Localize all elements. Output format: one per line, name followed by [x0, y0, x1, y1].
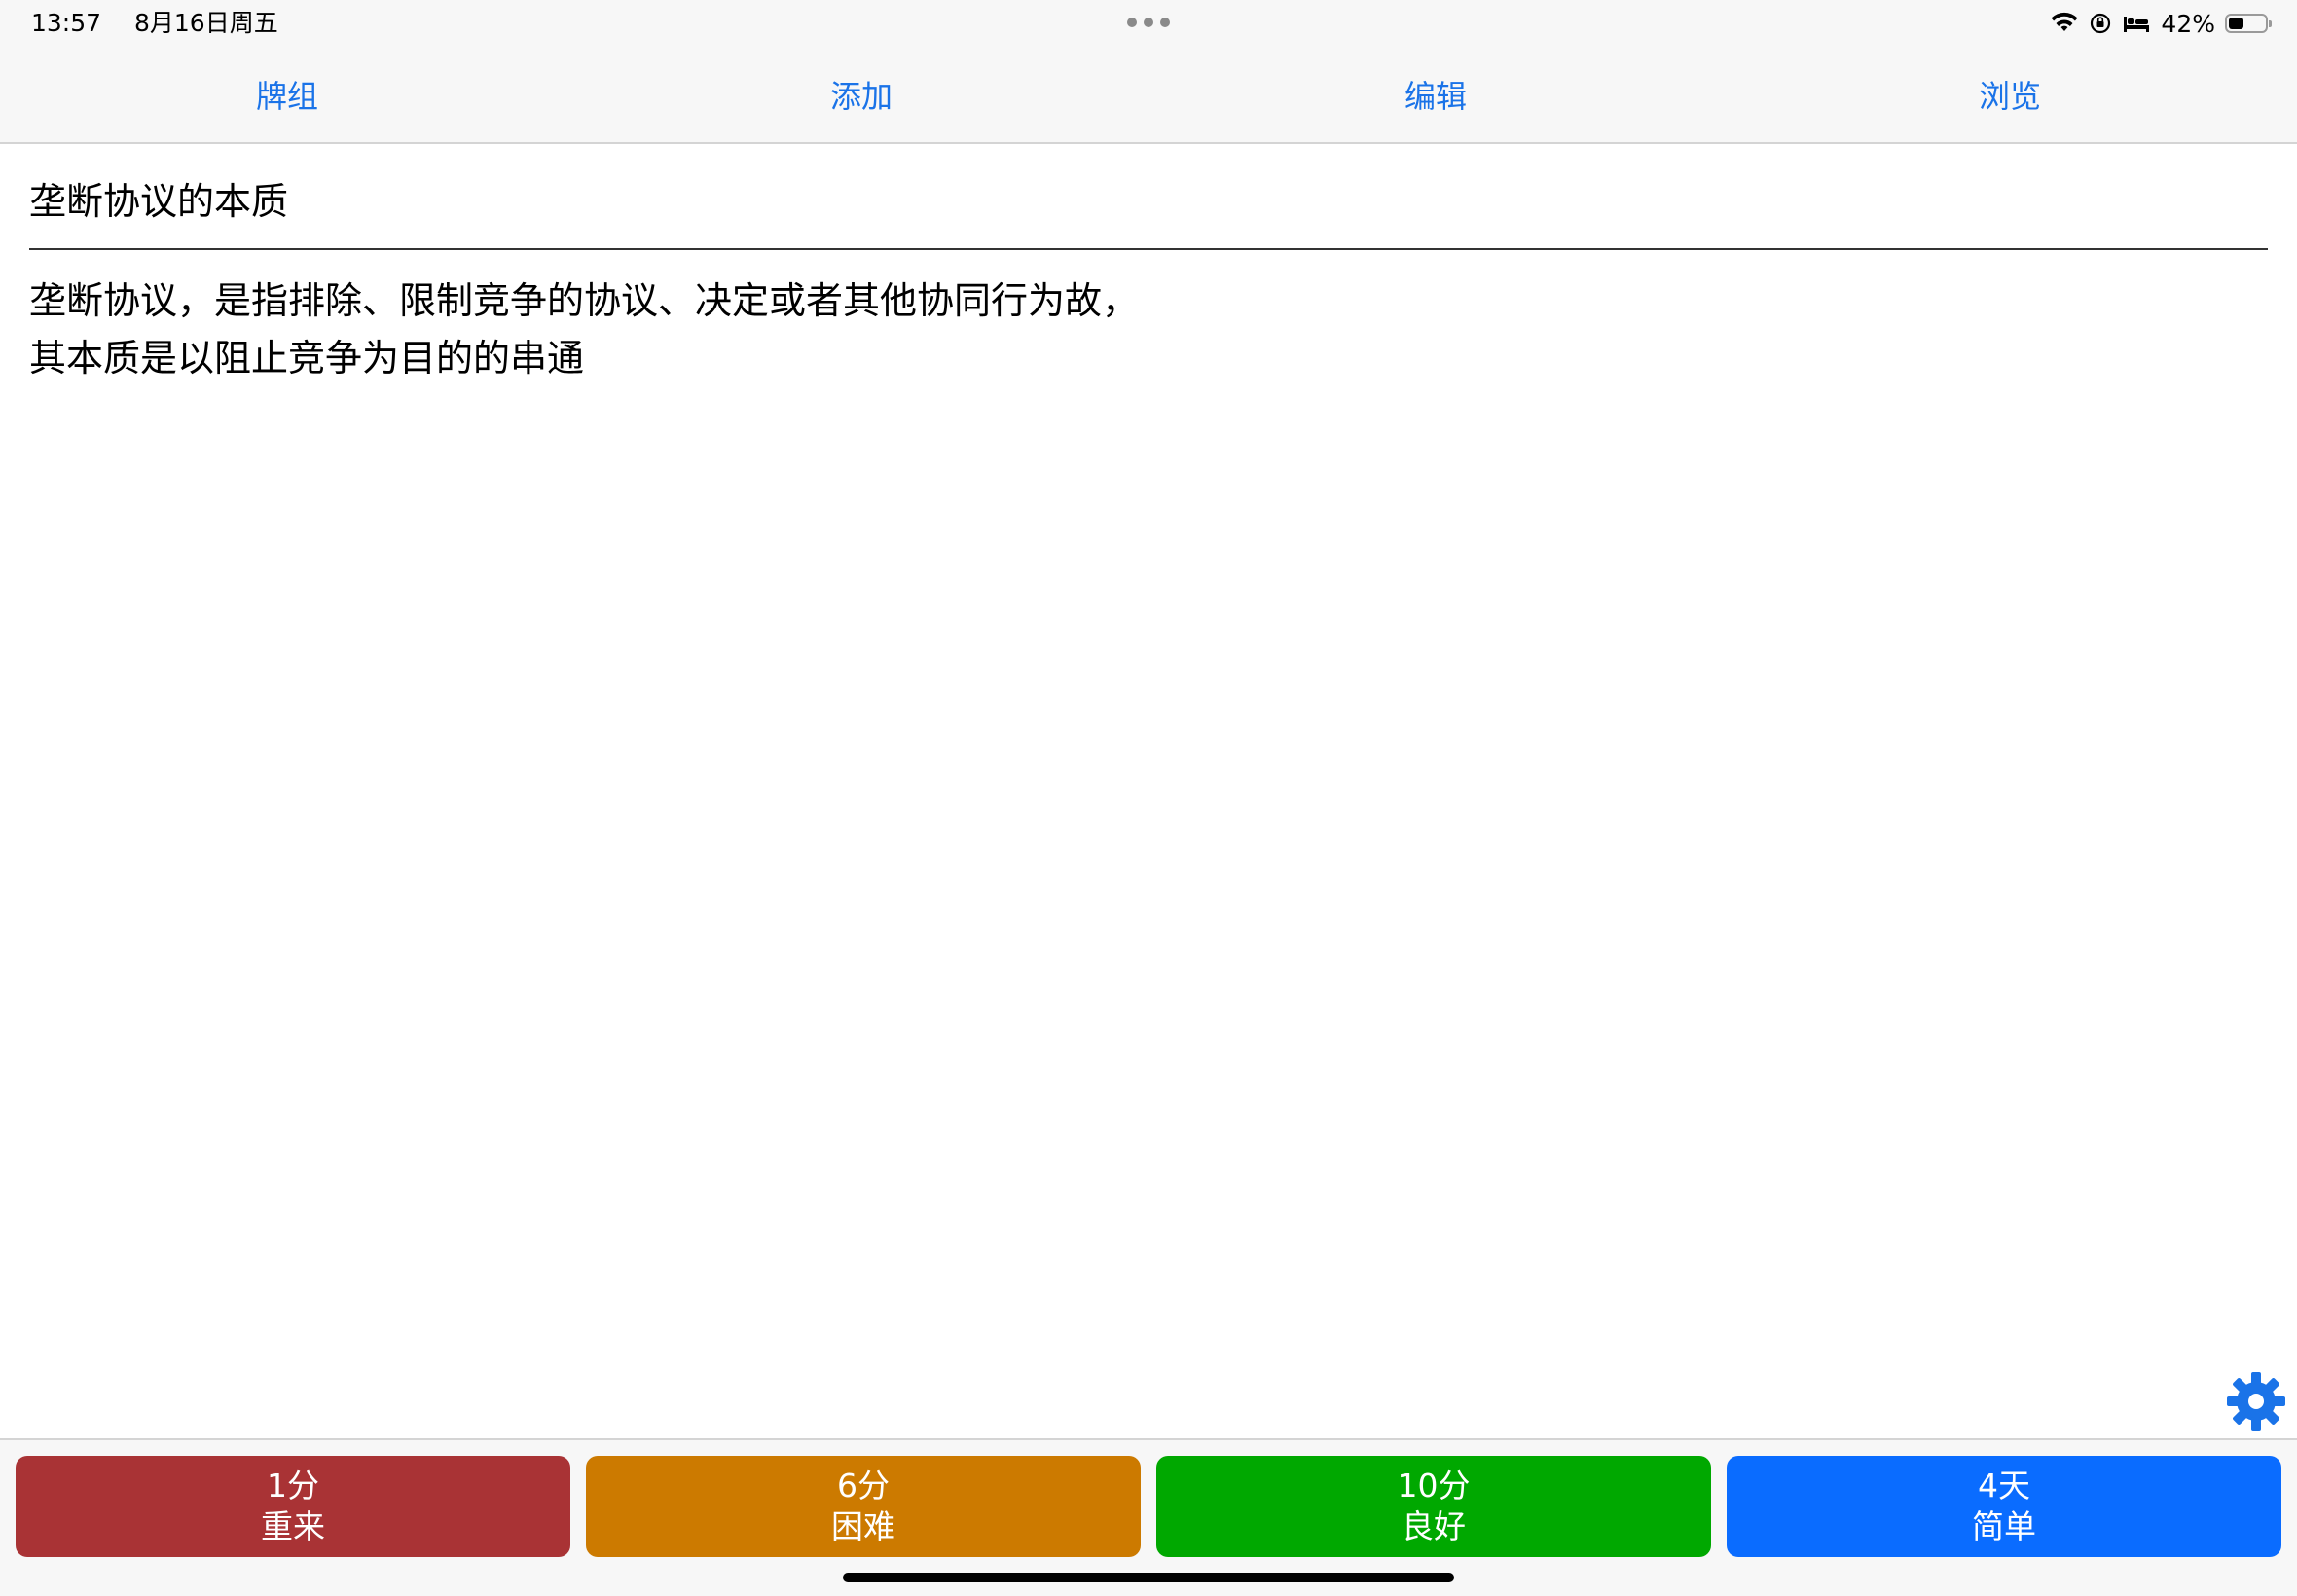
nav-add-button[interactable]: 添加	[574, 47, 1148, 142]
easy-interval: 4天	[1978, 1467, 2030, 1505]
again-interval: 1分	[267, 1467, 319, 1505]
dot-icon	[1127, 18, 1137, 27]
hard-interval: 6分	[837, 1467, 890, 1505]
battery-fill	[2229, 18, 2244, 29]
card-answer: 垄断协议，是指排除、限制竞争的协议、决定或者其他协同行为故，其本质是以阻止竞争为…	[29, 279, 1140, 380]
easy-label: 简单	[1972, 1507, 2036, 1545]
good-interval: 10分	[1397, 1467, 1471, 1505]
status-bar: 13:57 8月16日周五 42%	[0, 0, 2297, 47]
wifi-icon	[2050, 12, 2079, 35]
battery-cap	[2269, 20, 2272, 27]
good-label: 良好	[1402, 1507, 1466, 1545]
gear-icon[interactable]	[2225, 1370, 2287, 1433]
nav-decks-button[interactable]: 牌组	[0, 47, 574, 142]
nav-edit-button[interactable]: 编辑	[1148, 47, 1723, 142]
status-right: 42%	[2050, 8, 2272, 39]
home-indicator[interactable]	[843, 1573, 1454, 1582]
answer-divider	[29, 248, 2268, 250]
card-question: 垄断协议的本质	[29, 180, 289, 223]
good-button[interactable]: 10分 良好	[1156, 1456, 1711, 1557]
top-navigation: 牌组 添加 编辑 浏览	[0, 47, 2297, 144]
dot-icon	[1160, 18, 1170, 27]
hard-label: 困难	[831, 1507, 895, 1545]
status-time: 13:57	[31, 9, 102, 37]
answer-bar: 1分 重来 6分 困难 10分 良好 4天 简单	[0, 1438, 2297, 1596]
easy-button[interactable]: 4天 简单	[1727, 1456, 2281, 1557]
app-screen: 13:57 8月16日周五 42% 牌组 添加 编辑 浏览 垄断协议的本质 垄断…	[0, 0, 2297, 1596]
battery-icon	[2225, 14, 2272, 33]
multitasking-dots[interactable]	[1127, 18, 1170, 27]
battery-percent: 42%	[2161, 9, 2215, 38]
nav-browse-button[interactable]: 浏览	[1723, 47, 2297, 142]
again-button[interactable]: 1分 重来	[16, 1456, 570, 1557]
dot-icon	[1144, 18, 1153, 27]
sleep-focus-icon	[2122, 13, 2151, 34]
orientation-lock-icon	[2089, 12, 2112, 35]
status-left: 13:57 8月16日周五	[31, 8, 278, 39]
again-label: 重来	[261, 1507, 325, 1545]
hard-button[interactable]: 6分 困难	[586, 1456, 1141, 1557]
status-date: 8月16日周五	[134, 9, 278, 37]
